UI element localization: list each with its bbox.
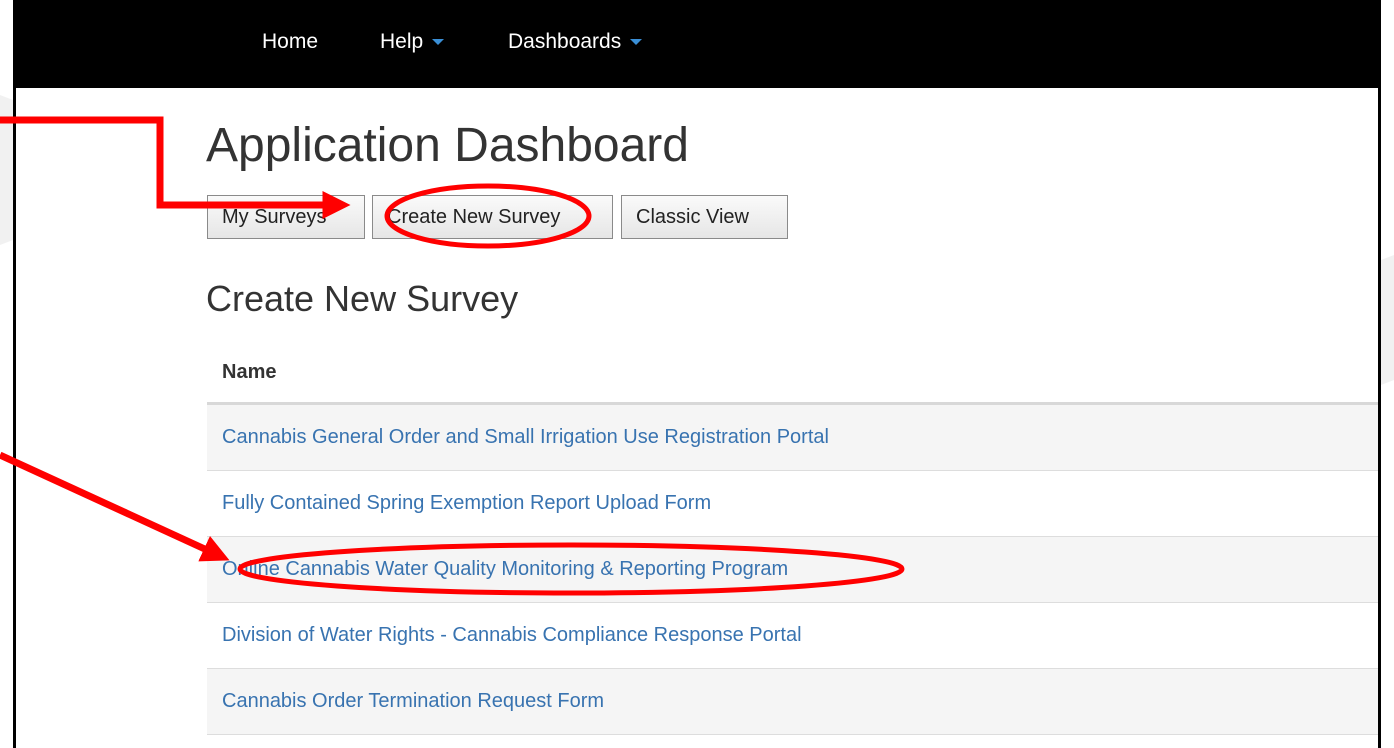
section-title: Create New Survey: [206, 278, 519, 319]
survey-link-water-quality-monitoring[interactable]: Online Cannabis Water Quality Monitoring…: [222, 558, 788, 580]
nav-home-label: Home: [262, 30, 319, 53]
table-header-name: Name: [207, 340, 1378, 405]
nav-dashboards-dropdown[interactable]: Dashboards: [508, 30, 643, 54]
caret-down-icon: [630, 39, 643, 46]
table-row: Cannabis General Order and Small Irrigat…: [207, 405, 1378, 471]
my-surveys-button[interactable]: My Surveys: [207, 195, 365, 239]
nav-help-label: Help: [380, 30, 424, 53]
nav-help-dropdown[interactable]: Help: [380, 30, 445, 54]
classic-view-button[interactable]: Classic View: [621, 195, 788, 239]
survey-link-termination-request[interactable]: Cannabis Order Termination Request Form: [222, 690, 604, 712]
table-row: Cannabis Order Termination Request Form: [207, 669, 1378, 735]
survey-link-general-order[interactable]: Cannabis General Order and Small Irrigat…: [222, 426, 829, 448]
page-title: Application Dashboard: [206, 119, 689, 172]
table-row: Online Cannabis Water Quality Monitoring…: [207, 537, 1378, 603]
table-row: Division of Water Rights - Cannabis Comp…: [207, 603, 1378, 669]
survey-link-spring-exemption[interactable]: Fully Contained Spring Exemption Report …: [222, 492, 711, 514]
table-row: Fully Contained Spring Exemption Report …: [207, 471, 1378, 537]
browser-frame: Home Help Dashboards Application Dashboa…: [13, 0, 1381, 748]
survey-link-water-rights-compliance[interactable]: Division of Water Rights - Cannabis Comp…: [222, 624, 802, 646]
caret-down-icon: [432, 39, 445, 46]
top-navbar: Home Help Dashboards: [16, 0, 1378, 88]
survey-table: Name Cannabis General Order and Small Ir…: [207, 340, 1378, 735]
create-new-survey-button[interactable]: Create New Survey: [372, 195, 613, 239]
nav-dashboards-label: Dashboards: [508, 30, 622, 53]
nav-home-link[interactable]: Home: [262, 30, 318, 54]
